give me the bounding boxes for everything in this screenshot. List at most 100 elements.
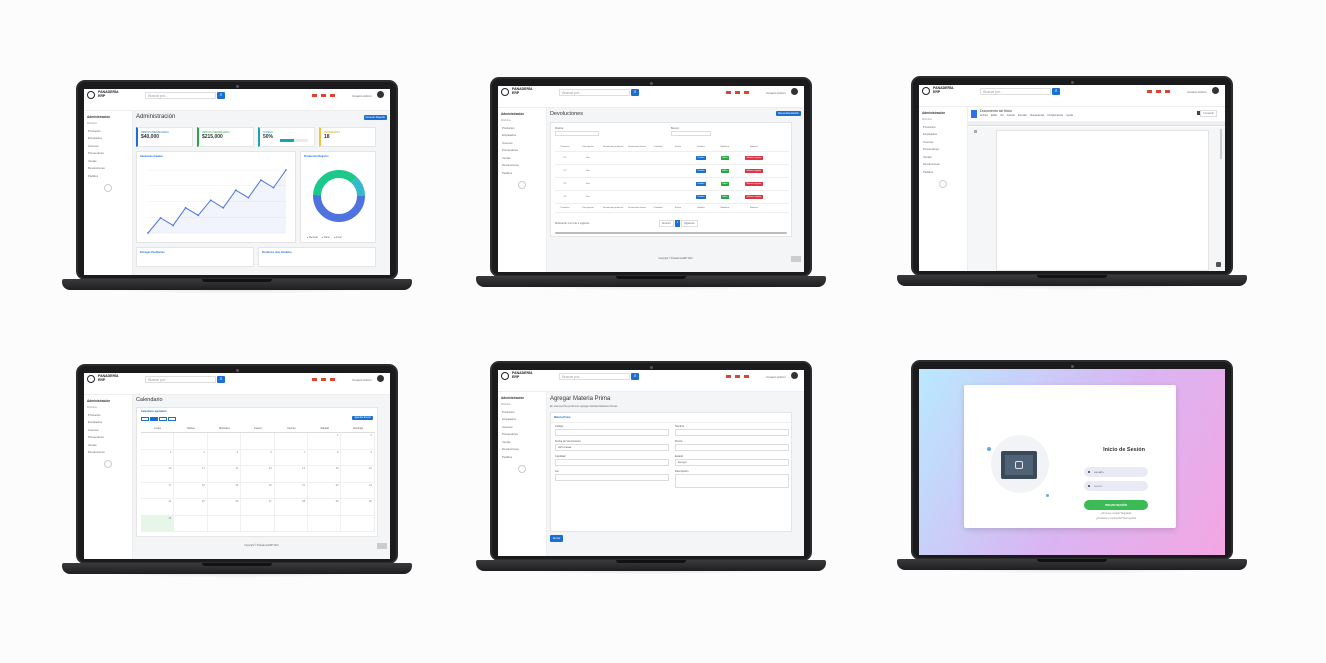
calendar-day[interactable]: 20 bbox=[241, 482, 275, 500]
bell-icon[interactable] bbox=[329, 378, 335, 381]
sidebar-item[interactable]: Insumos bbox=[84, 424, 132, 432]
sidebar-item-admin[interactable]: Administración bbox=[498, 392, 546, 400]
day-view-button[interactable] bbox=[167, 417, 176, 422]
search-button[interactable]: ⌕ bbox=[631, 373, 640, 380]
username-input[interactable]: usuario bbox=[1084, 467, 1148, 477]
delete-button[interactable]: Eliminar registro bbox=[745, 156, 763, 161]
sidebar-toggle[interactable] bbox=[938, 179, 947, 188]
calendar-day[interactable]: 15 bbox=[308, 466, 342, 483]
bell-icon[interactable] bbox=[743, 91, 749, 94]
sidebar-toggle[interactable] bbox=[517, 464, 526, 473]
calendar-day[interactable]: 19 bbox=[207, 482, 242, 500]
calendar-day[interactable]: 2 bbox=[341, 433, 375, 450]
sidebar-item-admin[interactable]: Administración bbox=[498, 108, 546, 116]
search-input[interactable]: Buscar por... bbox=[980, 88, 1051, 95]
menu-item[interactable]: Insertar bbox=[1007, 114, 1015, 117]
calendar-day[interactable] bbox=[207, 433, 242, 450]
sidebar-item[interactable]: Insumos bbox=[498, 421, 546, 429]
alert-icon[interactable] bbox=[311, 94, 317, 97]
avatar[interactable] bbox=[376, 375, 384, 382]
calendar-day[interactable]: 10 bbox=[140, 466, 175, 483]
bell-icon[interactable] bbox=[743, 375, 749, 378]
search-input[interactable]: Buscar por... bbox=[145, 376, 216, 383]
calendar-day[interactable]: 9 bbox=[341, 449, 375, 467]
menu-item[interactable]: Ver bbox=[1000, 114, 1004, 117]
search-input[interactable]: Buscar por... bbox=[559, 373, 630, 380]
doc-toolbar[interactable] bbox=[967, 121, 1225, 127]
calendar-day[interactable]: 25 bbox=[174, 499, 208, 516]
notification-icons[interactable] bbox=[311, 94, 335, 97]
calendar-day[interactable] bbox=[341, 515, 375, 533]
field-input[interactable] bbox=[674, 474, 789, 489]
avatar[interactable] bbox=[1211, 87, 1219, 94]
sidebar-item[interactable]: Productos bbox=[84, 409, 132, 417]
sidebar-item[interactable]: Ventas bbox=[84, 155, 132, 163]
new-return-button[interactable]: Nueva Devolución bbox=[775, 111, 801, 117]
sidebar-item[interactable]: Devoluciones bbox=[498, 160, 546, 167]
calendar-day[interactable]: 6 bbox=[241, 449, 275, 467]
alert-icon[interactable] bbox=[1146, 90, 1152, 93]
field-input[interactable]: Escoger bbox=[674, 459, 789, 467]
calendar-day[interactable]: 28 bbox=[274, 499, 309, 516]
mail-icon[interactable] bbox=[734, 375, 740, 378]
sidebar-item[interactable]: Productos bbox=[919, 121, 967, 129]
detail-button[interactable]: Detalles bbox=[695, 169, 707, 174]
search-input[interactable]: Buscar por... bbox=[559, 89, 630, 96]
notification-icons[interactable] bbox=[311, 378, 335, 381]
page-button[interactable]: 1 bbox=[674, 220, 681, 228]
sidebar-item[interactable]: Insumos bbox=[84, 140, 132, 148]
sidebar-item[interactable]: Empleados bbox=[84, 133, 132, 140]
calendar-day[interactable] bbox=[174, 433, 208, 450]
schedule-button[interactable]: Agendar Evento bbox=[352, 416, 373, 421]
calendar-day[interactable] bbox=[174, 515, 208, 533]
calendar-day[interactable] bbox=[207, 515, 242, 533]
sidebar-item[interactable]: Pedidos bbox=[919, 166, 967, 174]
sidebar-item[interactable]: Proveedores bbox=[498, 429, 546, 436]
recover-link[interactable]: ¿Olvidaste tu contraseña? Recuperarla bbox=[1074, 518, 1158, 520]
field-input[interactable] bbox=[554, 429, 669, 437]
sidebar-toggle[interactable] bbox=[103, 183, 112, 192]
field-input[interactable] bbox=[674, 444, 789, 452]
calendar-day[interactable] bbox=[274, 433, 309, 450]
search-button[interactable]: ⌕ bbox=[217, 92, 226, 99]
doc-page[interactable] bbox=[995, 130, 1209, 271]
search-input[interactable]: Buscar por... bbox=[145, 92, 216, 99]
calendar-day[interactable]: 27 bbox=[241, 499, 275, 516]
notification-icons[interactable] bbox=[725, 375, 749, 378]
calendar-day[interactable]: 31 bbox=[140, 515, 175, 533]
sidebar-item[interactable]: Devoluciones bbox=[84, 163, 132, 170]
calendar-day[interactable] bbox=[274, 515, 309, 533]
calendar-day[interactable] bbox=[241, 515, 275, 533]
prev-month-button[interactable] bbox=[140, 417, 149, 422]
delete-button[interactable]: Eliminar registro bbox=[745, 182, 763, 187]
sidebar-item[interactable]: Proveedores bbox=[919, 144, 967, 151]
calendar-day[interactable]: 12 bbox=[207, 466, 242, 483]
calendar-day[interactable]: 22 bbox=[308, 482, 342, 500]
sidebar-item[interactable]: Empleados bbox=[919, 129, 967, 136]
notification-icons[interactable] bbox=[1146, 90, 1170, 93]
calendar-day[interactable]: 14 bbox=[274, 466, 309, 483]
sidebar-item[interactable]: Proveedores bbox=[84, 148, 132, 155]
sidebar-item[interactable]: Pedidos bbox=[498, 167, 546, 175]
sidebar-item[interactable]: Devoluciones bbox=[498, 444, 546, 451]
calendar-day[interactable]: 30 bbox=[341, 499, 375, 516]
scrollbar[interactable] bbox=[554, 232, 787, 235]
menu-item[interactable]: Archivo bbox=[980, 114, 988, 117]
sidebar-item[interactable]: Insumos bbox=[919, 136, 967, 144]
calendar-day[interactable]: 5 bbox=[207, 449, 242, 467]
outline-icon[interactable] bbox=[973, 130, 977, 134]
share-button[interactable]: Compartir bbox=[1200, 110, 1217, 118]
sidebar-item[interactable]: Productos bbox=[84, 125, 132, 133]
menu-item[interactable]: Formato bbox=[1018, 114, 1027, 117]
detail-button[interactable]: Detalles bbox=[695, 195, 707, 200]
calendar-day[interactable]: 1 bbox=[308, 433, 342, 450]
sidebar-item[interactable]: Devoluciones bbox=[84, 447, 132, 454]
sidebar-item[interactable]: Productos bbox=[498, 406, 546, 414]
calendar-day[interactable] bbox=[308, 515, 342, 533]
delete-button[interactable]: Eliminar registro bbox=[745, 169, 763, 174]
menu-item[interactable]: Editar bbox=[991, 114, 997, 117]
calendar-day[interactable]: 26 bbox=[207, 499, 242, 516]
delete-button[interactable]: Eliminar registro bbox=[745, 195, 763, 200]
edit-button[interactable]: Editar bbox=[720, 169, 730, 174]
search-button[interactable]: ⌕ bbox=[1052, 88, 1061, 95]
